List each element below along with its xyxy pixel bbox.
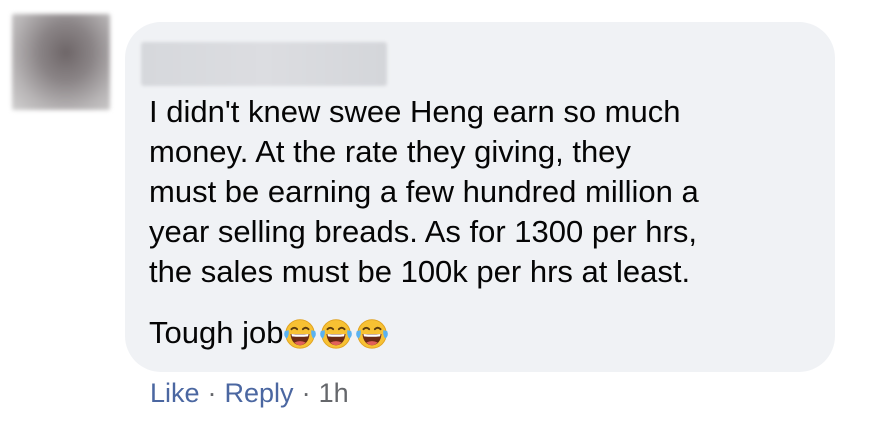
- like-button[interactable]: Like: [150, 378, 200, 409]
- tears-of-joy-icon: [356, 319, 389, 349]
- comment-text: I didn't knew swee Heng earn so much mon…: [149, 94, 699, 289]
- reply-button[interactable]: Reply: [225, 378, 294, 409]
- comment-tail: Tough job: [149, 313, 391, 353]
- timestamp[interactable]: 1h: [319, 378, 349, 409]
- author-name[interactable]: [141, 42, 387, 86]
- comment-tail-text: Tough job: [149, 315, 284, 350]
- comment-actions: Like · Reply · 1h: [150, 378, 349, 409]
- comment: I didn't knew swee Heng earn so much mon…: [0, 0, 890, 422]
- avatar[interactable]: [12, 14, 110, 110]
- tears-of-joy-icon: [284, 319, 317, 349]
- tears-of-joy-icon: [320, 319, 353, 349]
- separator: ·: [207, 378, 217, 408]
- separator: ·: [301, 378, 311, 408]
